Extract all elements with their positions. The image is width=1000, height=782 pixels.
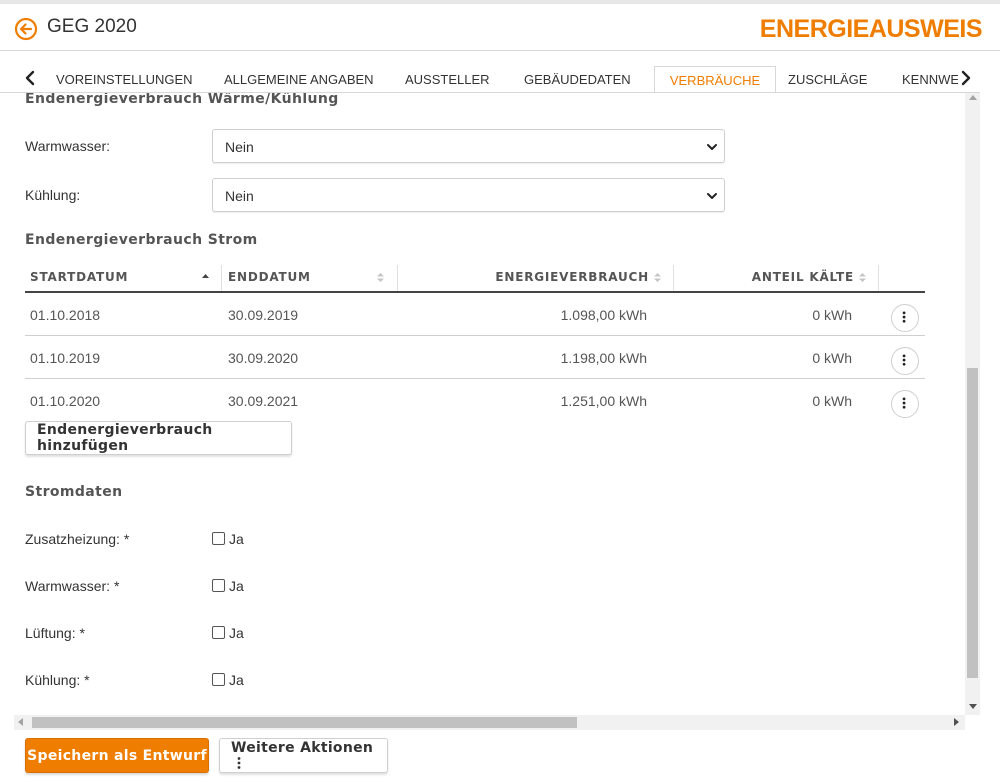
field-label-warmwasser: Warmwasser: <box>25 138 111 154</box>
vertical-dots-icon <box>902 397 906 409</box>
scrollbar-thumb[interactable] <box>32 717 577 728</box>
chevron-right-icon[interactable] <box>958 69 974 87</box>
cell-energieverbrauch: 1.251,00 kWh <box>560 393 647 409</box>
checkbox-label[interactable]: Ja <box>229 578 244 594</box>
tab-aussteller[interactable]: AUSSTELLER <box>405 66 490 92</box>
cell-enddatum: 30.09.2020 <box>228 350 299 366</box>
required-marker: * <box>113 578 120 594</box>
tab-zuschlaege[interactable]: ZUSCHLÄGE <box>788 66 867 92</box>
column-separator <box>397 265 398 291</box>
strom-table: STARTDATUM ENDDATUM ENERGIEVERBRAUCH ANT… <box>25 263 925 422</box>
label-text: Zusatzheizung: <box>25 531 120 547</box>
field-label-warmwasser-strom: Warmwasser: * <box>25 578 119 594</box>
field-label-kuehlung-strom: Kühlung: * <box>25 672 90 688</box>
scrollbar-thumb[interactable] <box>967 368 978 678</box>
sort-icon[interactable] <box>653 272 662 283</box>
sort-icon[interactable] <box>858 272 867 283</box>
form-content: Endenergieverbrauch Wärme/Kühlung Warmwa… <box>0 93 965 715</box>
app-header: GEG 2020 ENERGIEAUSWEIS <box>0 0 1000 51</box>
row-actions-button[interactable] <box>891 304 919 332</box>
cell-enddatum: 30.09.2021 <box>228 393 299 409</box>
column-separator <box>221 265 222 291</box>
row-actions-button[interactable] <box>891 390 919 418</box>
horizontal-scrollbar[interactable] <box>14 715 965 730</box>
scroll-up-icon[interactable] <box>969 95 977 100</box>
table-row: 01.10.2019 30.09.2020 1.198,00 kWh 0 kWh <box>25 336 925 379</box>
column-separator <box>878 265 879 291</box>
brand-logo: ENERGIEAUSWEIS <box>759 15 983 43</box>
row-actions-button[interactable] <box>891 347 919 375</box>
field-label-zusatzheizung: Zusatzheizung: * <box>25 531 129 547</box>
required-marker: * <box>123 531 130 547</box>
warmwasser-select[interactable]: Nein <box>212 129 725 163</box>
warmwasser-checkbox[interactable] <box>212 579 225 592</box>
tab-voreinstellungen[interactable]: VOREINSTELLUNGEN <box>56 66 193 92</box>
chevron-left-icon[interactable] <box>22 69 38 87</box>
tab-verbraeuche[interactable]: VERBRÄUCHE <box>654 66 776 92</box>
lueftung-checkbox[interactable] <box>212 626 225 639</box>
select-value: Nein <box>225 139 254 155</box>
cell-startdatum: 01.10.2018 <box>30 307 101 323</box>
add-verbrauch-button[interactable]: Endenergieverbrauch hinzufügen <box>25 421 292 455</box>
table-row: 01.10.2018 30.09.2019 1.098,00 kWh 0 kWh <box>25 293 925 336</box>
section-title-stromdaten: Stromdaten <box>25 484 123 500</box>
vertical-dots-icon <box>237 756 241 769</box>
column-header-startdatum[interactable]: STARTDATUM <box>30 270 128 284</box>
vertical-dots-icon <box>902 311 906 323</box>
table-row: 01.10.2020 30.09.2021 1.251,00 kWh 0 kWh <box>25 379 925 422</box>
column-header-energieverbrauch[interactable]: ENERGIEVERBRAUCH <box>495 270 649 284</box>
vertical-dots-icon <box>902 354 906 366</box>
scroll-right-icon[interactable] <box>954 718 959 726</box>
cell-energieverbrauch: 1.098,00 kWh <box>560 307 647 323</box>
checkbox-label[interactable]: Ja <box>229 672 244 688</box>
tab-kennwerte[interactable]: KENNWE <box>902 66 959 92</box>
column-header-anteil-kaelte[interactable]: ANTEIL KÄLTE <box>752 270 854 284</box>
arrow-left-circle-icon[interactable] <box>14 17 38 41</box>
table-header: STARTDATUM ENDDATUM ENERGIEVERBRAUCH ANT… <box>25 263 925 293</box>
vertical-scrollbar[interactable] <box>965 93 980 715</box>
sort-icon[interactable] <box>376 272 385 283</box>
select-value: Nein <box>225 188 254 204</box>
field-label-kuehlung: Kühlung: <box>25 187 81 203</box>
column-separator <box>673 265 674 291</box>
more-actions-label: Weitere Aktionen <box>231 739 374 756</box>
cell-anteil-kaelte: 0 kWh <box>812 350 852 366</box>
label-text: Kühlung: <box>25 672 81 688</box>
section-title-waerme: Endenergieverbrauch Wärme/Kühlung <box>25 93 339 107</box>
page-title: GEG 2020 <box>47 16 137 37</box>
save-draft-button[interactable]: Speichern als Entwurf <box>25 738 209 773</box>
cell-startdatum: 01.10.2019 <box>30 350 101 366</box>
label-text: Lüftung: <box>25 625 76 641</box>
kuehlung-select[interactable]: Nein <box>212 178 725 212</box>
checkbox-label[interactable]: Ja <box>229 625 244 641</box>
scroll-left-icon[interactable] <box>18 718 23 726</box>
more-actions-button[interactable]: Weitere Aktionen <box>219 738 388 773</box>
cell-startdatum: 01.10.2020 <box>30 393 101 409</box>
tab-bar: VOREINSTELLUNGEN ALLGEMEINE ANGABEN AUSS… <box>0 66 980 93</box>
required-marker: * <box>79 625 85 641</box>
chevron-down-icon <box>707 144 717 150</box>
scroll-down-icon[interactable] <box>969 704 977 709</box>
cell-anteil-kaelte: 0 kWh <box>812 307 852 323</box>
required-marker: * <box>84 672 90 688</box>
sort-asc-icon[interactable] <box>201 272 210 283</box>
tab-allgemeine-angaben[interactable]: ALLGEMEINE ANGABEN <box>224 66 374 92</box>
label-text: Warmwasser: <box>25 578 111 594</box>
kuehlung-checkbox[interactable] <box>212 673 225 686</box>
cell-energieverbrauch: 1.198,00 kWh <box>560 350 647 366</box>
cell-anteil-kaelte: 0 kWh <box>812 393 852 409</box>
column-header-enddatum[interactable]: ENDDATUM <box>228 270 311 284</box>
section-title-strom: Endenergieverbrauch Strom <box>25 232 258 248</box>
field-label-lueftung: Lüftung: * <box>25 625 85 641</box>
zusatzheizung-checkbox[interactable] <box>212 532 225 545</box>
chevron-down-icon <box>707 193 717 199</box>
checkbox-label[interactable]: Ja <box>229 531 244 547</box>
cell-enddatum: 30.09.2019 <box>228 307 299 323</box>
tab-gebaeudedaten[interactable]: GEBÄUDEDATEN <box>524 66 631 92</box>
